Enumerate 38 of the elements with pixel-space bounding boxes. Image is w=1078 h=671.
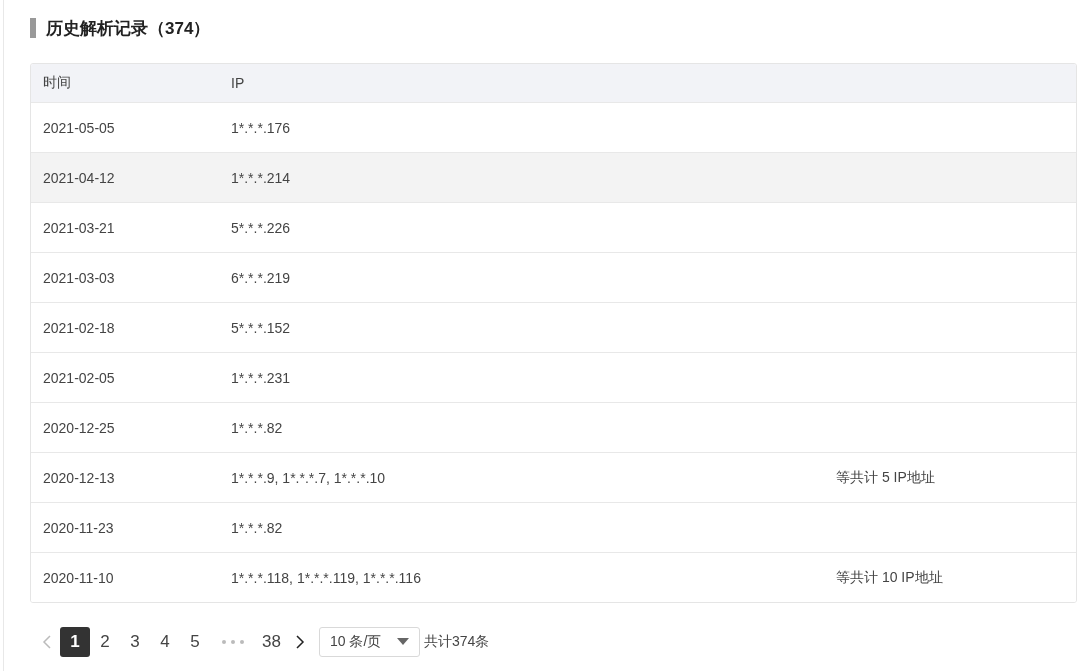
date-cell-text: 2020-12-13 [42,469,116,486]
date-cell-text: 2020-12-25 [42,419,116,436]
ellipsis-icon [222,640,244,644]
page-button[interactable]: 3 [120,627,150,657]
page-button[interactable]: 38 [256,627,287,657]
chevron-right-icon [294,634,305,650]
page-button[interactable]: 2 [90,627,120,657]
ip-cell-text: 1*.*.*.82 [230,419,284,436]
date-cell-text: 2021-02-18 [42,319,116,336]
title-marker [30,18,36,38]
ip-cell-text: 1*.*.*.9, 1*.*.*.7, 1*.*.*.10 [230,469,387,486]
section-title: 历史解析记录（374） [46,17,211,40]
date-cell-text: 2020-11-10 [42,569,115,586]
ip-cell-text: 1*.*.*.118, 1*.*.*.119, 1*.*.*.116 [230,569,422,586]
date-cell-text: 2021-03-21 [42,219,116,236]
page-button[interactable]: 1 [60,627,90,657]
ip-cell-text: 6*.*.*.219 [230,269,292,286]
date-cell-text: 2020-11-23 [42,519,115,536]
date-cell-text: 2021-02-05 [42,369,116,386]
caret-down-icon [396,638,409,646]
chevron-left-icon [42,634,52,650]
ip-cell-text: 1*.*.*.231 [230,369,292,386]
ip-cell-text: 5*.*.*.226 [230,219,292,236]
ip-count-cell-text: 等共计 5 IP地址 [835,468,936,487]
date-cell-text: 2021-03-03 [42,269,116,286]
column-header: IP [230,75,246,91]
page-size-select[interactable]: 10 条/页 [318,627,420,657]
ip-cell-text: 1*.*.*.214 [230,169,292,186]
total-count: 共计374条 [423,633,490,651]
page-button[interactable]: 4 [150,627,180,657]
date-cell-text: 2021-04-12 [42,169,116,186]
ip-count-cell-text: 等共计 10 IP地址 [835,568,944,587]
page-button[interactable]: 5 [180,627,210,657]
ip-cell-text: 1*.*.*.176 [230,119,292,136]
date-cell-text: 2021-05-05 [42,119,116,136]
ip-cell-text: 1*.*.*.82 [230,519,284,536]
ip-cell-text: 5*.*.*.152 [230,319,292,336]
column-header: 时间 [42,74,72,92]
